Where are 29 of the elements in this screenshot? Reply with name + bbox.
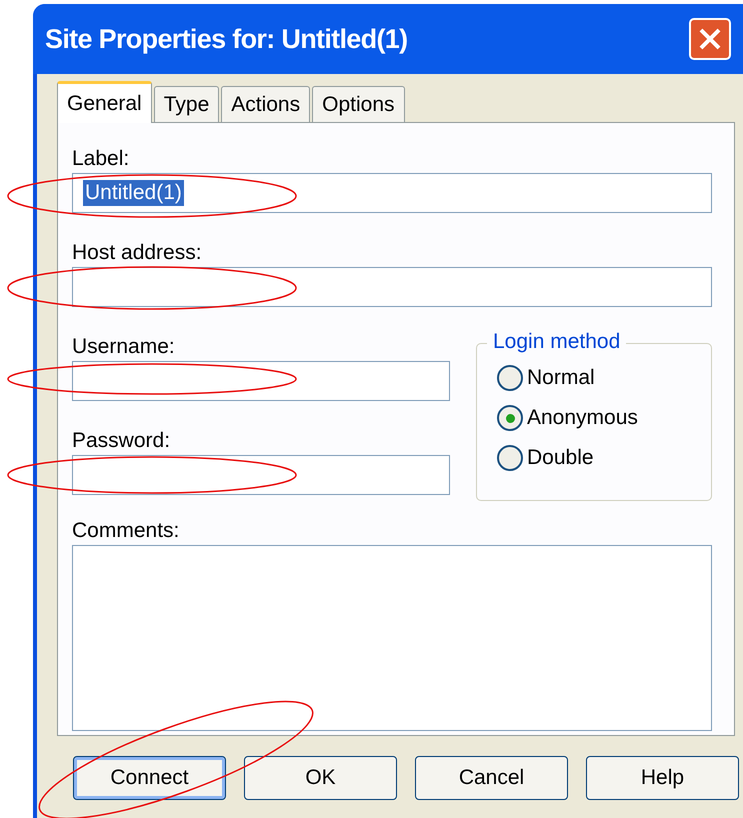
field-label: Username: xyxy=(72,335,176,359)
radio-button[interactable] xyxy=(497,445,523,471)
tab[interactable]: Options xyxy=(312,86,404,122)
radio-button[interactable] xyxy=(497,365,523,391)
close-button[interactable] xyxy=(689,18,731,60)
field-label: Password: xyxy=(72,429,172,453)
field-label: Host address: xyxy=(72,241,203,265)
dialog-button[interactable]: Connect xyxy=(73,756,226,800)
window-title: Site Properties for: Untitled(1) xyxy=(45,22,408,56)
field-value: Untitled(1) xyxy=(83,180,184,206)
field-label: Label: xyxy=(72,147,130,171)
comments-field[interactable] xyxy=(72,545,712,731)
tab[interactable]: Actions xyxy=(221,86,310,122)
field-label: Comments: xyxy=(72,519,180,543)
radio-button[interactable] xyxy=(497,405,523,431)
text-field[interactable] xyxy=(72,267,712,307)
tab[interactable]: Type xyxy=(154,86,220,122)
dialog-button[interactable]: Cancel xyxy=(415,756,568,800)
text-field[interactable]: Untitled(1) xyxy=(72,173,712,213)
radio-option[interactable]: Normal xyxy=(497,364,711,392)
radio-option[interactable]: Anonymous xyxy=(497,404,711,432)
dialog-button[interactable]: Help xyxy=(586,756,739,800)
group-title: Login method xyxy=(487,330,626,354)
text-field[interactable] xyxy=(72,455,450,495)
text-field[interactable] xyxy=(72,361,450,401)
tab[interactable]: General xyxy=(57,81,152,123)
radio-option[interactable]: Double xyxy=(497,444,711,472)
close-icon xyxy=(698,27,722,51)
dialog-button[interactable]: OK xyxy=(244,756,397,800)
